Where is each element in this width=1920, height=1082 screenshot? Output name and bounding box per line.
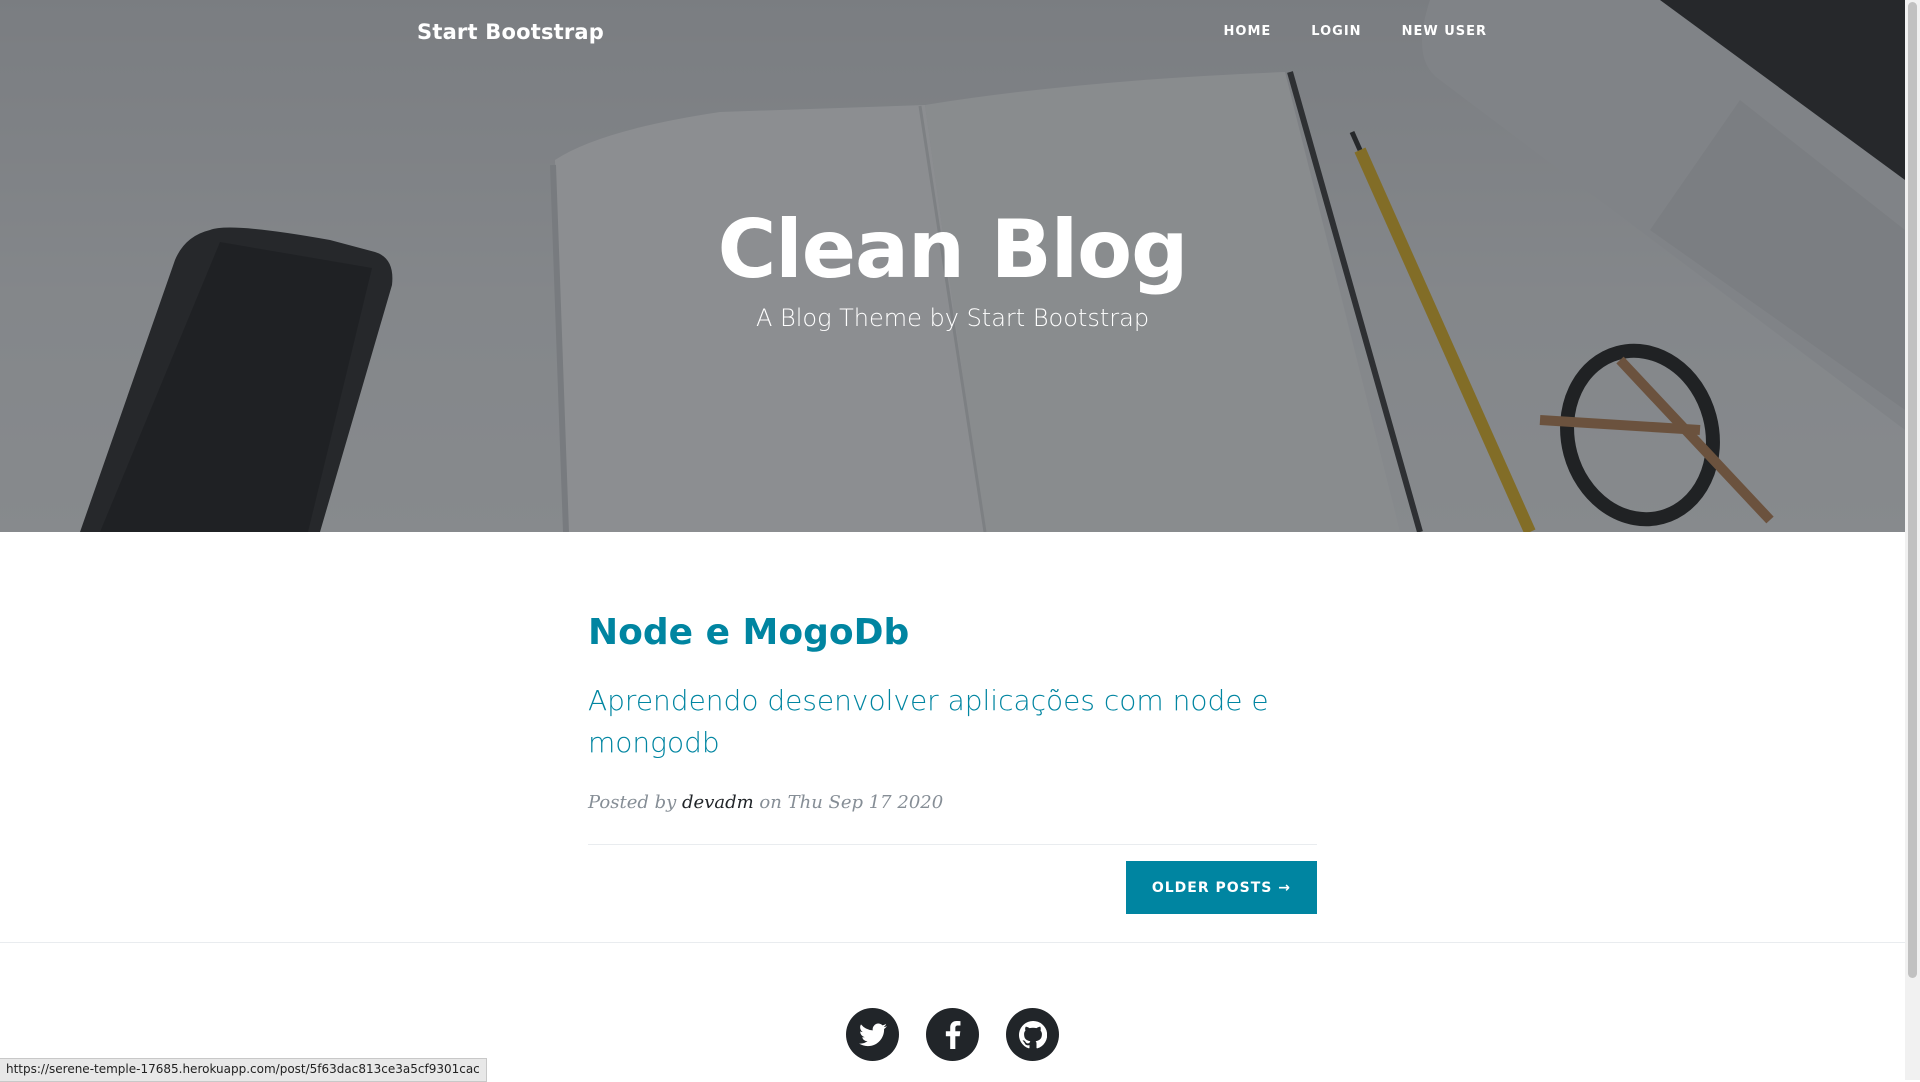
github-button[interactable] xyxy=(1006,1008,1059,1061)
site-heading: Clean Blog A Blog Theme by Start Bootstr… xyxy=(0,198,1905,334)
twitter-button[interactable] xyxy=(846,1008,899,1061)
pager: OLDER POSTS → xyxy=(588,861,1317,914)
navbar: Start Bootstrap HOME LOGIN NEW USER xyxy=(0,0,1905,66)
post-author-link[interactable]: devadm xyxy=(682,792,754,813)
facebook-icon xyxy=(945,1020,960,1049)
older-posts-button[interactable]: OLDER POSTS → xyxy=(1125,861,1317,914)
post-meta: Posted by devadm on Thu Sep 17 2020 xyxy=(588,792,1317,813)
site-subtitle: A Blog Theme by Start Bootstrap xyxy=(755,304,1150,332)
masthead: Clean Blog A Blog Theme by Start Bootstr… xyxy=(0,0,1905,532)
post-meta-prefix: Posted by xyxy=(588,792,677,813)
status-bar-url: https://serene-temple-17685.herokuapp.co… xyxy=(0,1058,487,1082)
nav-link-login[interactable]: LOGIN xyxy=(1311,24,1361,39)
navbar-brand[interactable]: Start Bootstrap xyxy=(417,20,604,44)
vertical-scrollbar[interactable] xyxy=(1905,0,1920,1080)
post-meta-on: on xyxy=(759,792,782,813)
github-icon xyxy=(1018,1020,1047,1048)
nav-link-new-user[interactable]: NEW USER xyxy=(1402,24,1487,39)
twitter-icon xyxy=(858,1022,887,1046)
site-title: Clean Blog xyxy=(717,203,1189,296)
footer-divider xyxy=(0,942,1905,943)
social-links xyxy=(846,1008,1059,1061)
post-title[interactable]: Node e MogoDb xyxy=(588,610,1317,656)
facebook-button[interactable] xyxy=(926,1008,979,1061)
post-preview: Node e MogoDb Aprendendo desenvolver apl… xyxy=(588,532,1317,813)
nav-links: HOME LOGIN NEW USER xyxy=(1224,24,1487,39)
main-content: Node e MogoDb Aprendendo desenvolver apl… xyxy=(588,532,1317,914)
post-subtitle[interactable]: Aprendendo desenvolver aplicações com no… xyxy=(588,680,1317,764)
post-date: Thu Sep 17 2020 xyxy=(787,792,944,813)
post-divider xyxy=(588,844,1317,845)
scrollbar-thumb[interactable] xyxy=(1908,2,1917,978)
nav-link-home[interactable]: HOME xyxy=(1224,24,1272,39)
